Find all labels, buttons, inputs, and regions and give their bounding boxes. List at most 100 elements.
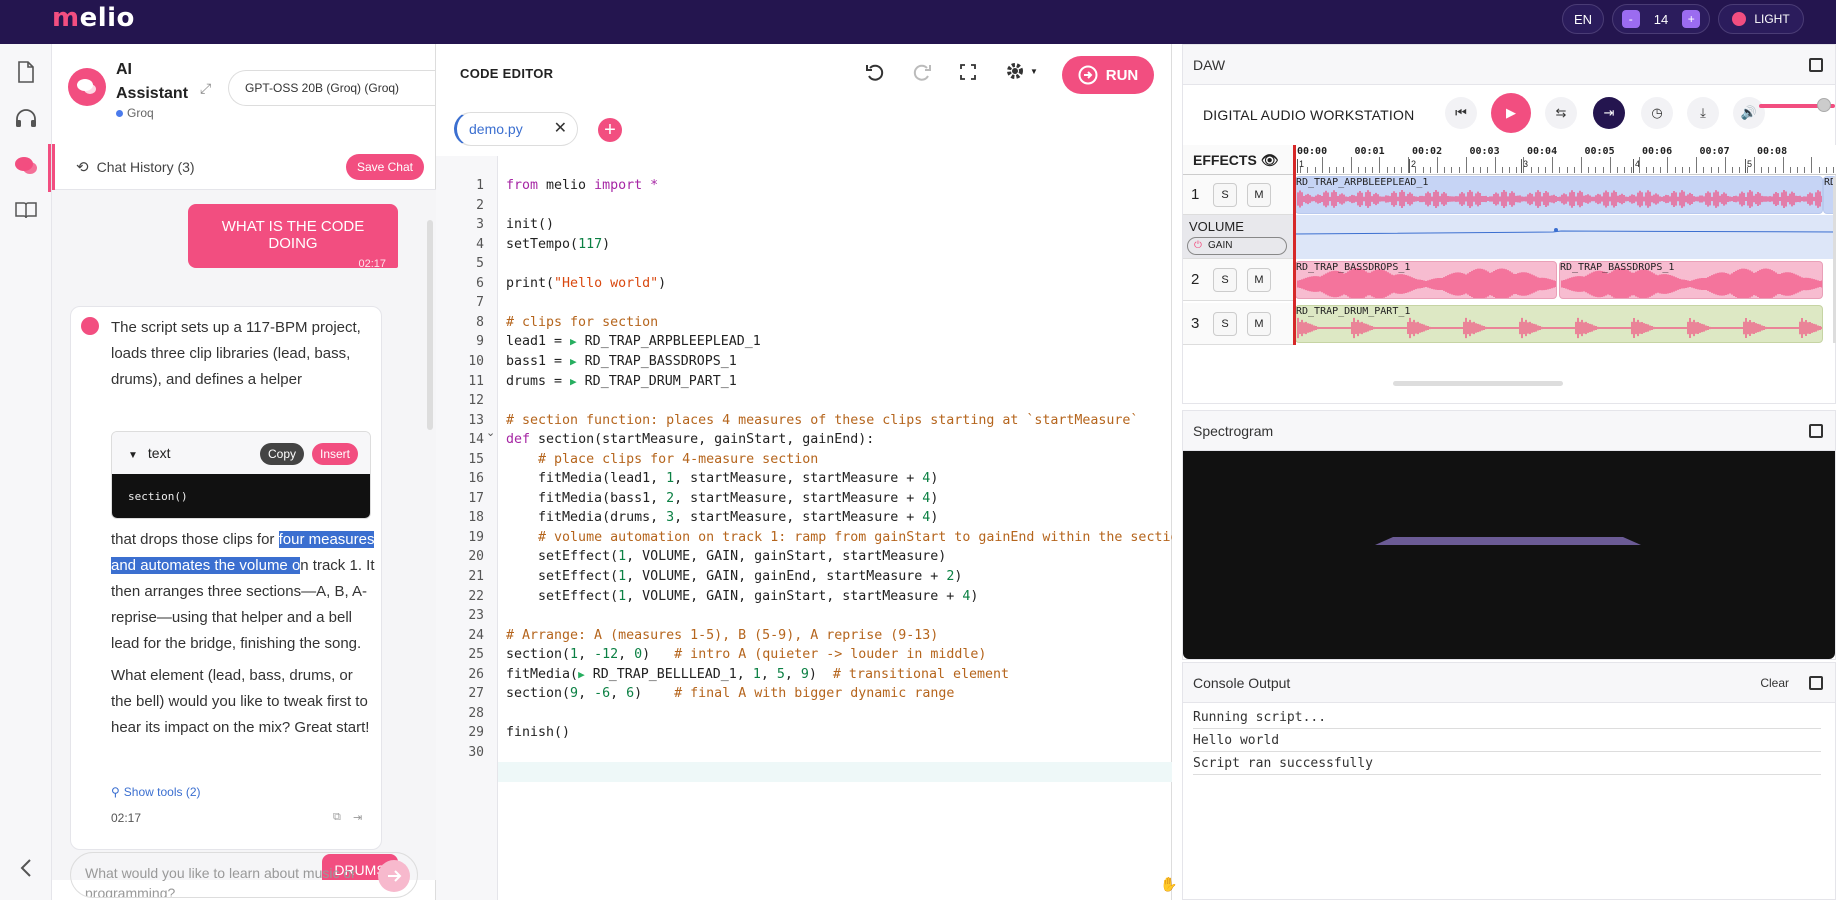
clear-button[interactable]: Clear <box>1760 663 1789 703</box>
tab-demo-py[interactable]: demo.py ✕ <box>454 112 578 146</box>
clip-bassdrops[interactable]: RD_TRAP_BASSDROPS_1 <box>1295 261 1557 299</box>
ruler-tick <box>1545 167 1546 173</box>
loop-icon[interactable]: ⇆ <box>1545 97 1577 129</box>
code-line[interactable]: setTempo(117) <box>498 235 610 255</box>
code-line[interactable]: def section(startMeasure, gainStart, gai… <box>498 430 874 450</box>
metronome-icon[interactable]: ◷ <box>1641 97 1673 129</box>
melio-logo[interactable]: melio <box>52 3 135 33</box>
font-increase-button[interactable]: + <box>1682 10 1701 28</box>
volume-slider-knob[interactable] <box>1816 98 1831 112</box>
ruler-tick <box>1307 167 1309 173</box>
timeline-ruler[interactable]: 00:00 00:01 00:02 00:03 00:04 00:05 00:06 00:07… <box>1293 145 1836 175</box>
volume-slider[interactable] <box>1759 98 1835 112</box>
line-number: 6 <box>476 275 484 291</box>
horizontal-scrollbar[interactable] <box>1393 381 1563 386</box>
code-line[interactable] <box>498 293 506 313</box>
code-line[interactable] <box>498 391 506 411</box>
code-line[interactable]: section(1, -12, 0) # intro A (quieter ->… <box>498 645 986 665</box>
code-line[interactable]: init() <box>498 215 554 235</box>
eye-icon[interactable]: 👁 <box>1261 152 1279 169</box>
download-icon[interactable]: ⤓ <box>1687 97 1719 129</box>
code-line[interactable]: bass1 = ▶ RD_TRAP_BASSDROPS_1 <box>498 352 737 372</box>
expand-icon[interactable] <box>1809 676 1823 690</box>
mute-button[interactable]: M <box>1247 268 1271 292</box>
code-line[interactable]: section(9, -6, 6) # final A with bigger … <box>498 684 954 704</box>
gain-toggle[interactable]: ⏻ GAIN <box>1187 237 1287 255</box>
close-icon[interactable]: ✕ <box>554 113 567 145</box>
collapse-icon[interactable] <box>10 852 42 884</box>
mute-button[interactable]: M <box>1247 183 1271 207</box>
code-line[interactable] <box>498 254 506 274</box>
code-line[interactable]: fitMedia(▶ RD_TRAP_BELLLEAD_1, 1, 5, 9) … <box>498 665 1009 685</box>
code-line[interactable] <box>498 606 506 626</box>
file-icon[interactable] <box>10 56 42 88</box>
code-line[interactable]: from melio import * <box>498 176 658 196</box>
model-selector[interactable]: GPT-OSS 20B (Groq) (Groq) <box>228 70 436 106</box>
send-button[interactable] <box>378 860 410 892</box>
solo-button[interactable]: S <box>1213 183 1237 207</box>
chevron-down-icon[interactable]: ▼ <box>128 450 138 461</box>
solo-button[interactable]: S <box>1213 312 1237 336</box>
code-line[interactable]: print("Hello world") <box>498 274 666 294</box>
settings-dropdown[interactable]: ▼ <box>1004 60 1038 82</box>
font-decrease-button[interactable]: - <box>1621 10 1640 28</box>
code-line[interactable] <box>498 704 506 724</box>
chat-history-button[interactable]: ⟲ Chat History (3) <box>76 158 195 176</box>
volume-automation-lane[interactable] <box>1292 215 1836 259</box>
insert-icon[interactable]: ⇥ <box>353 811 362 824</box>
fullscreen-icon[interactable] <box>960 64 976 85</box>
ruler-tick <box>1624 167 1626 173</box>
save-chat-button[interactable]: Save Chat <box>345 154 424 180</box>
theme-label: LIGHT <box>1754 12 1790 26</box>
undo-icon[interactable] <box>865 62 885 87</box>
scrollbar-thumb[interactable] <box>427 220 433 430</box>
follow-icon[interactable]: ⇥ <box>1593 97 1625 129</box>
chat-icon[interactable] <box>10 150 42 182</box>
play-button[interactable]: ▶ <box>1491 93 1531 133</box>
chat-input[interactable]: What would you like to learn about music… <box>70 852 418 898</box>
copy-icon[interactable]: ⧉ <box>333 811 341 824</box>
line-number: 15 <box>468 451 484 467</box>
code-line[interactable]: finish() <box>498 723 570 743</box>
scrollbar[interactable] <box>424 190 436 880</box>
code-line[interactable]: setEffect(1, VOLUME, GAIN, gainEnd, star… <box>498 567 962 587</box>
mute-button[interactable]: M <box>1247 312 1271 336</box>
code-line[interactable] <box>498 196 506 216</box>
volume-icon[interactable]: 🔊 <box>1733 97 1765 129</box>
code-line[interactable]: drums = ▶ RD_TRAP_DRUM_PART_1 <box>498 372 737 392</box>
run-button[interactable]: RUN <box>1062 56 1154 94</box>
expand-icon[interactable] <box>1809 424 1823 438</box>
theme-toggle[interactable]: LIGHT <box>1718 4 1804 34</box>
add-tab-button[interactable]: + <box>598 118 622 142</box>
code-line[interactable]: # volume automation on track 1: ramp fro… <box>498 528 1172 548</box>
clip-arpbleeplead[interactable]: RD_TRAP_ARPBLEEPLEAD_1 <box>1295 176 1823 214</box>
fold-icon[interactable]: ⌄ <box>486 426 495 439</box>
rewind-button[interactable]: ⏮ <box>1445 97 1477 129</box>
clip-bassdrops-2[interactable]: RD_TRAP_BASSDROPS_1 <box>1559 261 1823 299</box>
code-line[interactable]: setEffect(1, VOLUME, GAIN, gainStart, st… <box>498 587 978 607</box>
redo-icon[interactable] <box>912 62 932 87</box>
code-line[interactable]: # section function: places 4 measures of… <box>498 411 1138 431</box>
code-line[interactable]: # clips for section <box>498 313 658 333</box>
code-line[interactable]: fitMedia(lead1, 1, startMeasure, startMe… <box>498 469 938 489</box>
code-line[interactable]: # place clips for 4-measure section <box>498 450 818 470</box>
code-line[interactable]: # Arrange: A (measures 1-5), B (5-9), A … <box>498 626 938 646</box>
copy-button[interactable]: Copy <box>259 443 304 465</box>
show-tools-link[interactable]: ⚲ Show tools (2) <box>111 785 201 799</box>
headphones-icon[interactable] <box>10 102 42 134</box>
playhead[interactable] <box>1293 145 1296 345</box>
clip-drum-part[interactable]: RD_TRAP_DRUM_PART_1 <box>1295 305 1823 343</box>
daw-panel: DAW DIGITAL AUDIO WORKSTATION ⏮ ▶ ⇆ ⇥ ◷ … <box>1182 44 1836 404</box>
code-line[interactable]: setEffect(1, VOLUME, GAIN, gainStart, st… <box>498 547 946 567</box>
code-line[interactable]: fitMedia(bass1, 2, startMeasure, startMe… <box>498 489 938 509</box>
solo-button[interactable]: S <box>1213 268 1237 292</box>
expand-icon[interactable]: ⤢ <box>200 80 211 97</box>
language-button[interactable]: EN <box>1562 4 1604 34</box>
insert-button[interactable]: Insert <box>311 443 358 465</box>
code-line[interactable] <box>498 743 506 763</box>
code-area[interactable]: from melio import * init() setTempo(117) pr… <box>498 156 1172 900</box>
book-icon[interactable] <box>10 194 42 226</box>
code-line[interactable]: lead1 = ▶ RD_TRAP_ARPBLEEPLEAD_1 <box>498 332 761 352</box>
code-line[interactable]: fitMedia(drums, 3, startMeasure, startMe… <box>498 508 938 528</box>
expand-icon[interactable] <box>1809 58 1823 72</box>
